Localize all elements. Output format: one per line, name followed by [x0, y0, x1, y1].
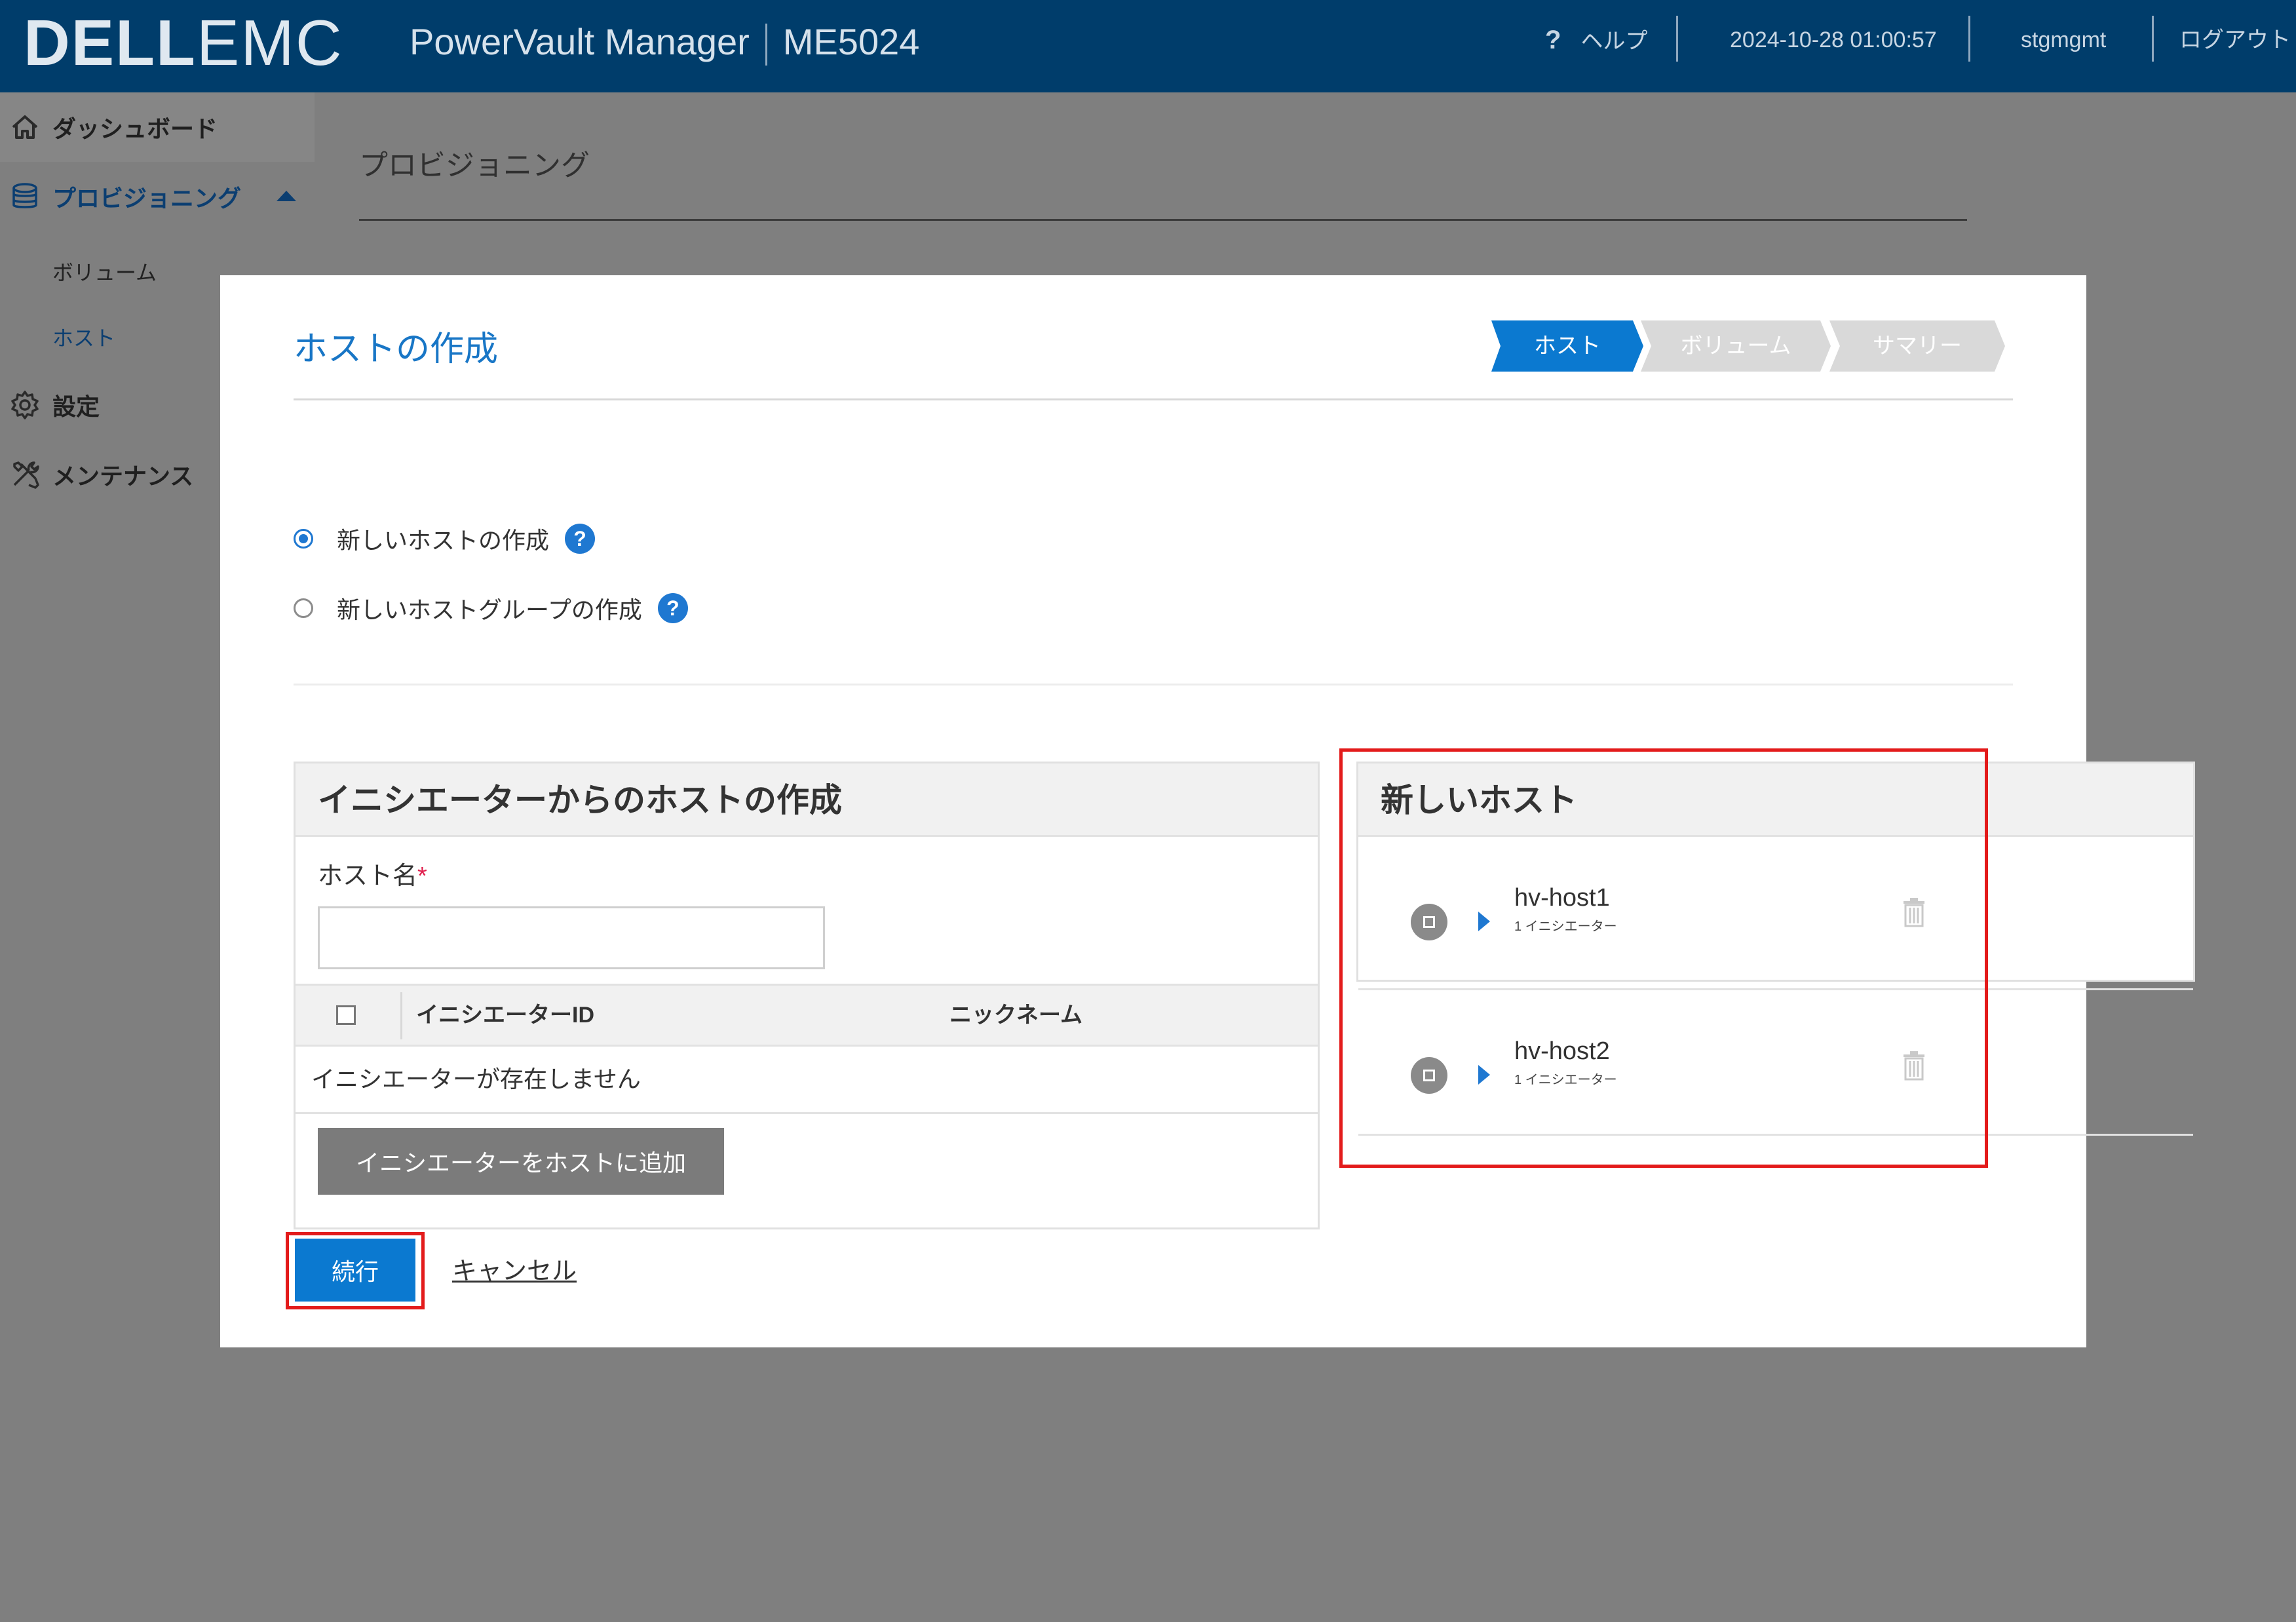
help-circle-icon[interactable]: ? — [657, 593, 688, 623]
create-host-dialog: ホストの作成 ホスト ボリューム サマリー 新しいホストの作成 ? 新しいホスト… — [220, 275, 2195, 1347]
help-circle-icon[interactable]: ? — [565, 524, 596, 554]
highlight-frame — [1339, 748, 1988, 1168]
select-all-checkbox[interactable] — [336, 1005, 356, 1025]
gear-icon — [11, 391, 39, 419]
option-new-host[interactable]: 新しいホストの作成 ? — [294, 522, 596, 556]
sidebar-sub-volume[interactable]: ボリューム — [52, 256, 157, 286]
sidebar-item-dashboard[interactable]: ダッシュボード — [0, 92, 315, 162]
datetime: 2024-10-28 01:00:57 — [1730, 28, 1937, 52]
initiator-table-header: イニシエーターID ニックネーム — [296, 984, 1318, 1047]
host-name-label: ホスト名* — [318, 862, 427, 890]
radio-new-host-group[interactable] — [294, 598, 313, 618]
dialog-title: ホストの作成 — [294, 330, 499, 368]
tools-icon — [13, 461, 39, 489]
collapse-caret-icon[interactable] — [277, 191, 296, 201]
page-title: プロビジョニング — [359, 149, 590, 182]
home-icon — [12, 115, 38, 139]
empty-table-message: イニシエーターが存在しません — [311, 1066, 641, 1092]
highlight-frame — [286, 1232, 425, 1309]
step-host: ホスト — [1491, 320, 1643, 372]
column-nickname[interactable]: ニックネーム — [949, 986, 1082, 1045]
step-summary: サマリー — [1829, 320, 2005, 372]
dell-emc-logo: DELLEMC — [24, 7, 343, 79]
radio-new-host[interactable] — [294, 529, 313, 549]
cancel-link[interactable]: キャンセル — [452, 1250, 577, 1286]
user-name[interactable]: stgmgmt — [2021, 24, 2106, 56]
help-link[interactable]: ? ヘルプ — [1545, 24, 1647, 58]
option-new-host-group[interactable]: 新しいホストグループの作成 ? — [294, 591, 688, 625]
help-icon: ? — [1545, 26, 1561, 54]
product-title: PowerVault Manager ME5024 — [410, 20, 919, 66]
sidebar-item-provisioning[interactable]: プロビジョニング — [0, 162, 315, 231]
logout-link[interactable]: ログアウト — [2179, 24, 2291, 56]
step-volume: ボリューム — [1641, 320, 1831, 372]
column-initiator-id[interactable]: イニシエーターID — [416, 986, 594, 1045]
top-header: DELLEMC PowerVault Manager ME5024 ? ヘルプ 20… — [0, 0, 2296, 92]
host-name-input[interactable] — [318, 906, 825, 969]
product-name: PowerVault Manager — [410, 21, 750, 62]
sidebar-sub-host[interactable]: ホスト — [52, 322, 115, 352]
database-icon — [12, 183, 37, 208]
model-name: ME5024 — [782, 21, 920, 62]
panel-title: イニシエーターからのホストの作成 — [296, 763, 1318, 837]
add-initiator-button[interactable]: イニシエーターをホストに追加 — [318, 1128, 724, 1195]
initiator-host-panel: イニシエーターからのホストの作成 ホスト名* イニシエーターID ニックネーム … — [294, 762, 1320, 1229]
